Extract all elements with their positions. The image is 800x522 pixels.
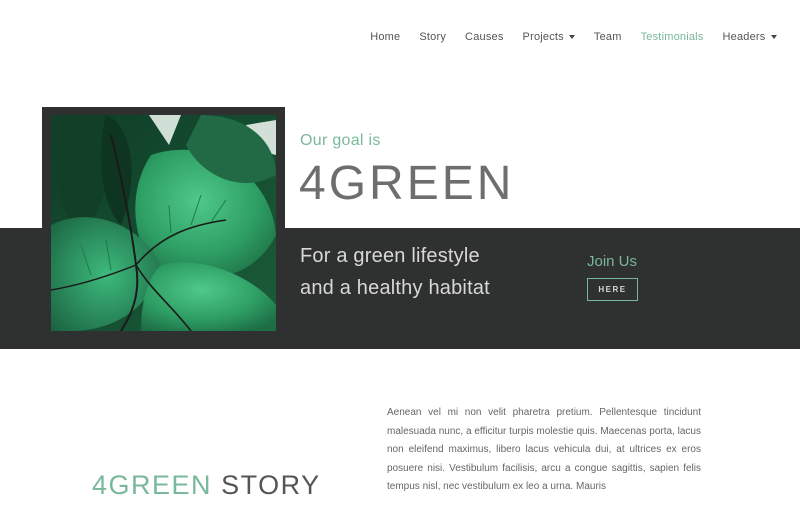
nav-causes-label: Causes (465, 31, 504, 43)
nav-story[interactable]: Story (410, 31, 456, 43)
hero-leaves-image (51, 115, 276, 331)
hero-brand-title: 4GREEN (299, 157, 515, 210)
nav-projects[interactable]: Projects (513, 31, 584, 43)
chevron-down-icon (770, 35, 777, 39)
nav-headers-label: Headers (722, 31, 766, 43)
hero-tagline-line2: and a healthy habitat (300, 277, 490, 299)
main-nav: Home Story Causes Projects Team Testimon… (361, 31, 786, 43)
nav-testimonials[interactable]: Testimonials (631, 31, 713, 43)
story-title-accent: 4GREEN (92, 470, 213, 500)
here-button[interactable]: HERE (587, 278, 638, 301)
story-title: 4GREEN STORY (92, 470, 321, 501)
nav-testimonials-label: Testimonials (640, 31, 704, 43)
hero-goal-label: Our goal is (300, 132, 381, 149)
nav-story-label: Story (419, 31, 447, 43)
chevron-down-icon (568, 35, 575, 39)
nav-causes[interactable]: Causes (456, 31, 514, 43)
story-title-rest: STORY (221, 470, 321, 500)
nav-headers[interactable]: Headers (713, 31, 786, 43)
hero-tagline-line1: For a green lifestyle (300, 245, 480, 267)
nav-projects-label: Projects (522, 31, 564, 43)
nav-team-label: Team (593, 31, 622, 43)
nav-home[interactable]: Home (361, 31, 410, 43)
nav-home-label: Home (370, 31, 401, 43)
story-body-text: Aenean vel mi non velit pharetra pretium… (387, 407, 701, 492)
nav-team[interactable]: Team (584, 31, 631, 43)
join-us-label: Join Us (587, 253, 638, 270)
hero-tagline: For a green lifestyle and a healthy habi… (300, 240, 490, 304)
